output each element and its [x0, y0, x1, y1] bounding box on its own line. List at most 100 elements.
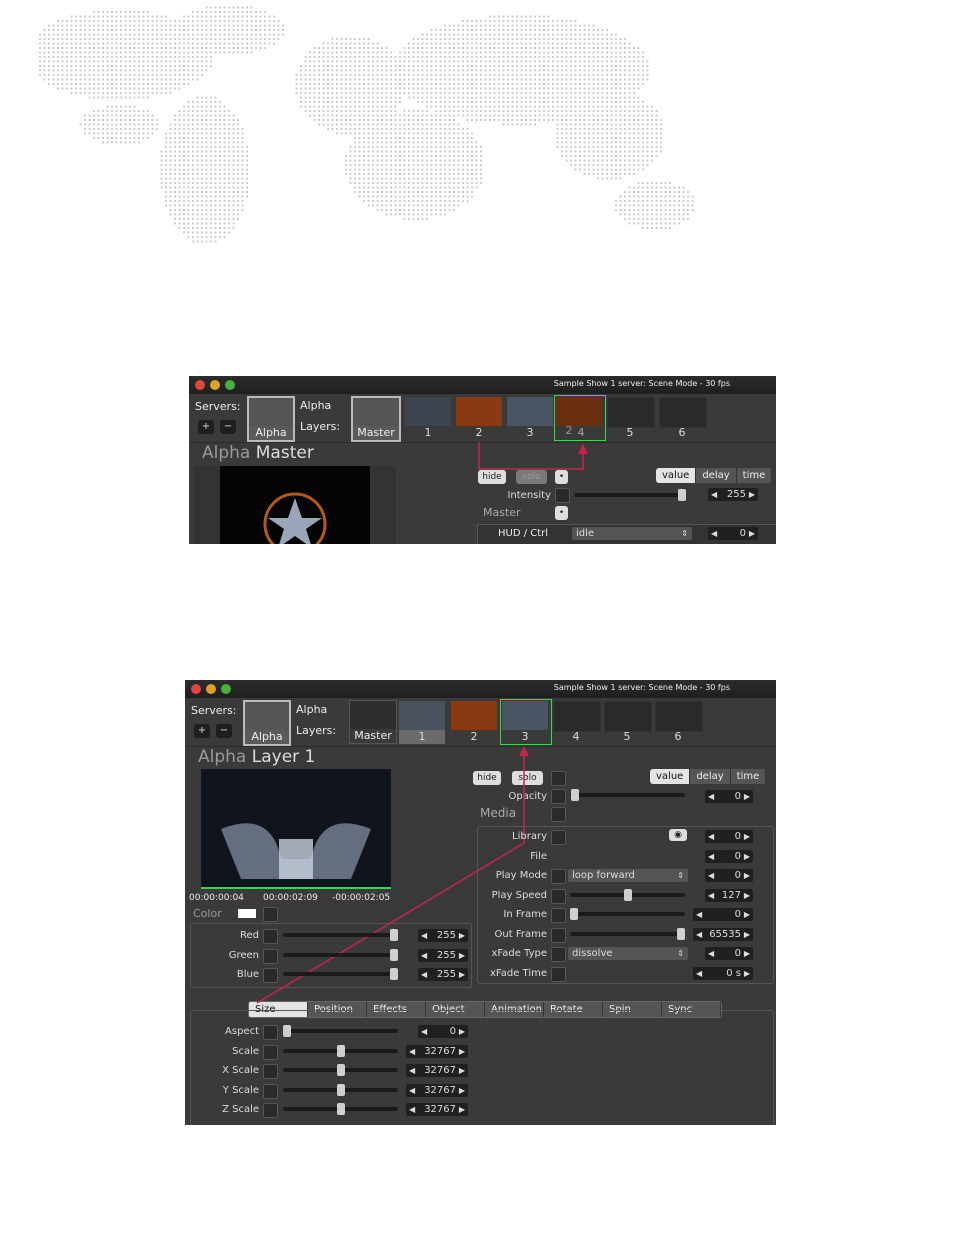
aspect-stepper[interactable]: ◀ 0 ▶ [418, 1025, 468, 1038]
out-frame-stepper-decrement[interactable]: ◀ [696, 928, 702, 941]
red-checkbox[interactable] [263, 929, 278, 944]
z-scale-label: Z Scale [222, 1104, 259, 1115]
z-scale-checkbox[interactable] [263, 1103, 278, 1118]
library-stepper-decrement[interactable]: ◀ [708, 830, 714, 843]
aspect-stepper-decrement[interactable]: ◀ [421, 1025, 427, 1038]
file-stepper-decrement[interactable]: ◀ [708, 850, 714, 863]
in-frame-checkbox[interactable] [551, 908, 566, 923]
y-scale-checkbox[interactable] [263, 1083, 278, 1099]
red-slider-knob[interactable] [390, 929, 398, 941]
file-stepper[interactable]: ◀ 0 ▶ [705, 849, 753, 863]
x-scale-slider[interactable] [283, 1064, 398, 1076]
blue-stepper[interactable]: ◀ 255 ▶ [418, 968, 468, 981]
play-speed-slider-knob[interactable] [624, 888, 632, 901]
z-scale-stepper-decrement[interactable]: ◀ [409, 1103, 415, 1116]
in-frame-stepper-increment[interactable]: ▶ [744, 908, 750, 921]
green-stepper-decrement[interactable]: ◀ [421, 949, 427, 962]
out-frame-label: Out Frame [494, 928, 547, 940]
xfade-time-stepper[interactable]: ◀ 0 s ▶ [693, 966, 753, 980]
scale-stepper[interactable]: ◀ 32767 ▶ [406, 1044, 468, 1058]
xfade-time-stepper-decrement[interactable]: ◀ [696, 967, 702, 980]
play-speed-stepper[interactable]: ◀ 127 ▶ [705, 888, 753, 902]
red-stepper[interactable]: ◀ 255 ▶ [418, 929, 468, 942]
play-mode-stepper[interactable]: ◀ 0 ▶ [705, 869, 753, 882]
red-stepper-increment[interactable]: ▶ [459, 929, 465, 942]
in-frame-stepper[interactable]: ◀ 0 ▶ [693, 908, 753, 921]
xfade-time-stepper-increment[interactable]: ▶ [744, 967, 750, 980]
file-stepper-increment[interactable]: ▶ [744, 850, 750, 863]
out-frame-slider[interactable] [570, 927, 685, 940]
xfade-type-stepper-increment[interactable]: ▶ [744, 947, 750, 960]
blue-stepper-decrement[interactable]: ◀ [421, 968, 427, 981]
x-scale-checkbox[interactable] [263, 1064, 278, 1079]
world-map-decoration [38, 6, 694, 243]
xfade-type-stepper-value: 0 [734, 948, 741, 959]
red-stepper-decrement[interactable]: ◀ [421, 929, 427, 942]
scale-stepper-increment[interactable]: ▶ [459, 1045, 465, 1058]
scale-stepper-decrement[interactable]: ◀ [409, 1045, 415, 1058]
in-frame-stepper-decrement[interactable]: ◀ [696, 908, 702, 921]
aspect-slider[interactable] [283, 1025, 398, 1037]
out-frame-stepper-increment[interactable]: ▶ [744, 928, 750, 941]
library-stepper-increment[interactable]: ▶ [744, 830, 750, 843]
green-checkbox[interactable] [263, 948, 278, 964]
in-frame-stepper-value: 0 [734, 909, 741, 920]
green-slider-knob[interactable] [390, 948, 398, 961]
library-checkbox[interactable] [551, 830, 566, 845]
z-scale-stepper[interactable]: ◀ 32767 ▶ [406, 1103, 468, 1116]
library-stepper[interactable]: ◀ 0 ▶ [705, 830, 753, 843]
y-scale-stepper-increment[interactable]: ▶ [459, 1084, 465, 1097]
in-frame-slider-knob[interactable] [570, 908, 578, 920]
play-mode-checkbox[interactable] [551, 869, 566, 884]
play-speed-stepper-increment[interactable]: ▶ [744, 889, 750, 902]
x-scale-stepper-decrement[interactable]: ◀ [409, 1064, 415, 1077]
xfade-type-label: xFade Type [491, 948, 547, 959]
in-frame-slider[interactable] [570, 908, 685, 920]
out-frame-checkbox[interactable] [551, 927, 566, 943]
blue-stepper-increment[interactable]: ▶ [459, 968, 465, 981]
play-mode-select[interactable]: loop forward ⇕ [568, 869, 688, 882]
x-scale-stepper[interactable]: ◀ 32767 ▶ [406, 1064, 468, 1077]
green-stepper[interactable]: ◀ 255 ▶ [418, 948, 468, 962]
green-stepper-increment[interactable]: ▶ [459, 949, 465, 962]
x-scale-stepper-value: 32767 [424, 1065, 456, 1076]
y-scale-stepper[interactable]: ◀ 32767 ▶ [406, 1083, 468, 1097]
green-stepper-value: 255 [436, 949, 456, 961]
blue-stepper-value: 255 [436, 969, 456, 980]
aspect-checkbox[interactable] [263, 1025, 278, 1040]
xfade-time-checkbox[interactable] [551, 966, 566, 982]
play-mode-stepper-increment[interactable]: ▶ [744, 869, 750, 882]
aspect-slider-knob[interactable] [283, 1025, 291, 1037]
blue-checkbox[interactable] [263, 968, 278, 983]
x-scale-stepper-increment[interactable]: ▶ [459, 1064, 465, 1077]
xfade-time-label: xFade Time [489, 967, 547, 979]
xfade-time-stepper-value: 0 s [726, 967, 741, 979]
y-scale-stepper-decrement[interactable]: ◀ [409, 1084, 415, 1097]
play-mode-stepper-value: 0 [734, 870, 741, 881]
xfade-type-stepper-decrement[interactable]: ◀ [708, 947, 714, 960]
green-slider[interactable] [283, 948, 398, 961]
play-mode-stepper-decrement[interactable]: ◀ [708, 869, 714, 882]
y-scale-label: Y Scale [222, 1084, 259, 1096]
aspect-stepper-increment[interactable]: ▶ [459, 1025, 465, 1038]
play-speed-stepper-decrement[interactable]: ◀ [708, 889, 714, 902]
y-scale-slider[interactable] [283, 1083, 398, 1096]
xfade-type-select[interactable]: dissolve ⇕ [568, 947, 688, 960]
y-scale-slider-knob[interactable] [337, 1083, 345, 1096]
out-frame-slider-knob[interactable] [677, 927, 685, 940]
blue-slider[interactable] [283, 968, 398, 980]
z-scale-stepper-increment[interactable]: ▶ [459, 1103, 465, 1116]
x-scale-slider-knob[interactable] [337, 1064, 345, 1076]
blue-slider-knob[interactable] [390, 968, 398, 980]
play-speed-checkbox[interactable] [551, 888, 566, 904]
xfade-type-checkbox[interactable] [551, 947, 566, 962]
z-scale-slider[interactable] [283, 1103, 398, 1115]
scale-checkbox[interactable] [263, 1044, 278, 1060]
scale-slider[interactable] [283, 1044, 398, 1057]
z-scale-slider-knob[interactable] [337, 1103, 345, 1115]
xfade-type-stepper[interactable]: ◀ 0 ▶ [705, 947, 753, 960]
scale-slider-knob[interactable] [337, 1044, 345, 1057]
red-slider[interactable] [283, 929, 398, 941]
play-speed-slider[interactable] [570, 888, 685, 901]
out-frame-stepper[interactable]: ◀ 65535 ▶ [693, 927, 753, 941]
